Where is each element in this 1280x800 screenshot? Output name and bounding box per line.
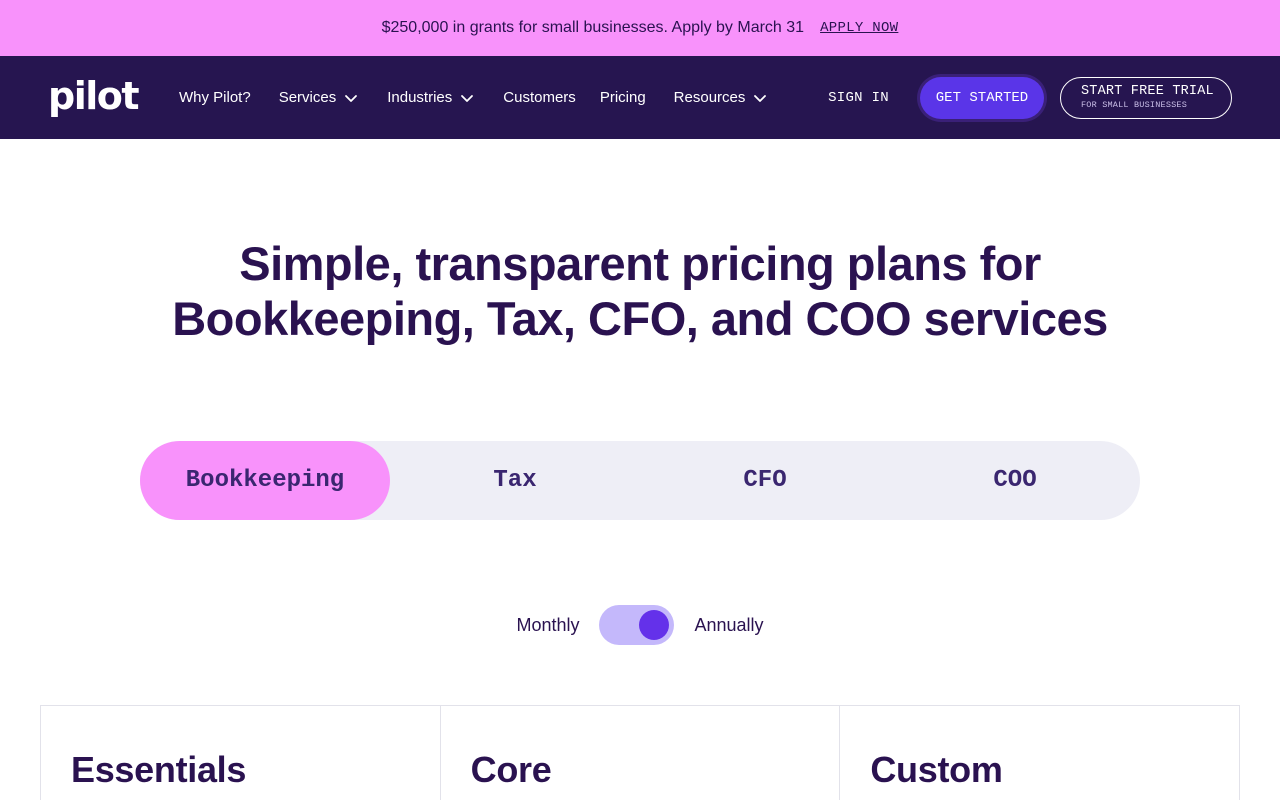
trial-button-label: START FREE TRIAL <box>1081 84 1214 99</box>
get-started-button[interactable]: GET STARTED <box>920 76 1044 119</box>
tab-cfo[interactable]: CFO <box>640 441 890 520</box>
tab-coo[interactable]: COO <box>890 441 1140 520</box>
nav-links: Why Pilot? Services Industries Customers… <box>179 56 796 139</box>
chevron-down-icon <box>754 94 767 102</box>
plan-name: Essentials <box>71 749 247 790</box>
page-title-line-2: Bookkeeping, Tax, CFO, and COO services <box>172 292 1108 345</box>
nav-actions: SIGN IN GET STARTED START FREE TRIAL FOR… <box>828 56 1232 139</box>
chevron-down-icon <box>461 94 474 102</box>
tab-tax[interactable]: Tax <box>390 441 640 520</box>
nav-item-label: Services <box>278 89 337 106</box>
nav-item-services[interactable]: Services <box>279 89 360 106</box>
trial-button-sublabel: FOR SMALL BUSINESSES <box>1081 100 1188 110</box>
nav-item-why-pilot[interactable]: Why Pilot? <box>179 89 251 106</box>
main-nav: pilot Why Pilot? Services Industries Cus… <box>0 56 1280 139</box>
page-title: Simple, transparent pricing plans for Bo… <box>0 236 1280 346</box>
nav-item-label: Customers <box>503 89 576 106</box>
annually-label[interactable]: Annually <box>694 615 763 636</box>
switch-knob <box>639 610 670 640</box>
plan-card-custom: Custom <box>840 706 1239 800</box>
billing-switch[interactable] <box>599 605 675 645</box>
page-title-line-1: Simple, transparent pricing plans for <box>239 237 1041 290</box>
nav-item-resources[interactable]: Resources <box>674 89 769 106</box>
nav-item-industries[interactable]: Industries <box>387 89 475 106</box>
billing-period-toggle: Monthly Annually <box>0 604 1280 646</box>
start-free-trial-button[interactable]: START FREE TRIAL FOR SMALL BUSINESSES <box>1060 76 1232 119</box>
tab-bookkeeping[interactable]: Bookkeeping <box>140 441 390 520</box>
nav-item-label: Pricing <box>599 89 646 106</box>
nav-item-label: Industries <box>387 89 453 106</box>
plan-name: Custom <box>870 749 1003 790</box>
plan-name: Core <box>470 749 552 790</box>
nav-item-customers[interactable]: Customers <box>503 89 576 106</box>
promo-banner: $250,000 in grants for small businesses.… <box>0 0 1280 56</box>
plan-card-core: Core <box>441 706 841 800</box>
service-tabs: Bookkeeping Tax CFO COO <box>140 441 1140 520</box>
pricing-plans: Essentials Core Custom <box>40 705 1240 800</box>
pilot-logo[interactable]: pilot <box>48 76 140 116</box>
monthly-label[interactable]: Monthly <box>516 615 579 636</box>
nav-item-label: Why Pilot? <box>179 89 251 106</box>
sign-in-link[interactable]: SIGN IN <box>828 90 889 106</box>
nav-item-pricing[interactable]: Pricing <box>600 89 646 106</box>
apply-now-link[interactable]: APPLY NOW <box>820 20 898 36</box>
promo-text: $250,000 in grants for small businesses.… <box>381 19 805 36</box>
plan-card-essentials: Essentials <box>41 706 441 800</box>
nav-item-label: Resources <box>673 89 746 106</box>
chevron-down-icon <box>345 94 358 102</box>
